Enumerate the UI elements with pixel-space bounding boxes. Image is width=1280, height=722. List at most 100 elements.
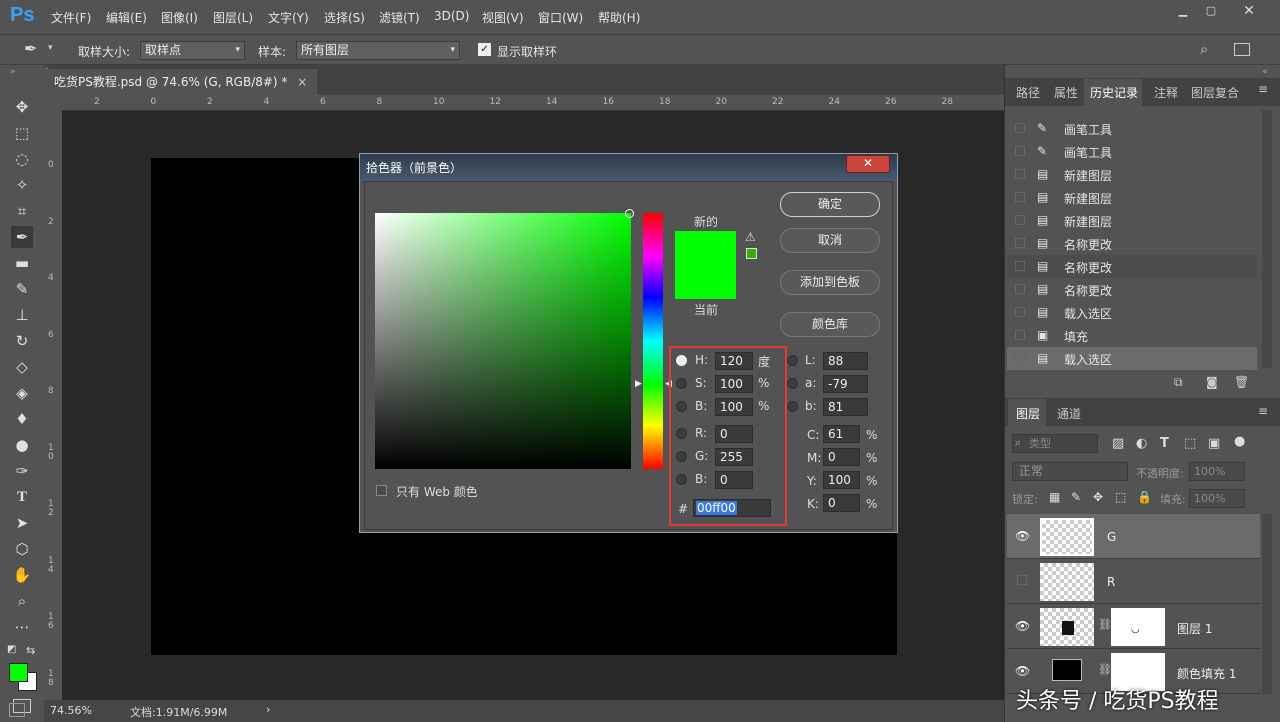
menu-edit[interactable]: 编辑(E) — [106, 9, 147, 26]
layers-scrollbar[interactable] — [1262, 514, 1272, 694]
sample-size-select[interactable]: 取样点 ▾ — [140, 41, 245, 60]
menu-type[interactable]: 文字(Y) — [268, 9, 309, 26]
blend-mode-select[interactable]: 正常 — [1012, 462, 1128, 481]
crop-tool-icon[interactable]: ⌗ — [11, 200, 33, 222]
history-item[interactable]: ▤ 载入选区 — [1007, 301, 1257, 324]
y-input[interactable]: 100 — [823, 471, 860, 489]
marquee-tool-icon[interactable]: ⬚ — [11, 122, 33, 144]
lab-b-input[interactable]: 81 — [823, 398, 868, 416]
k-input[interactable]: 0 — [823, 494, 860, 512]
r-radio[interactable] — [676, 428, 687, 439]
brightness-radio[interactable] — [676, 401, 687, 412]
brush-tool-icon[interactable]: ✎ — [11, 278, 33, 300]
history-item[interactable]: ▤ 新建图层 — [1007, 186, 1257, 209]
tab-close-icon[interactable]: × — [297, 75, 307, 89]
history-item[interactable]: ✎ 画笔工具 — [1007, 117, 1257, 140]
filter-smart-object-icon[interactable]: ▣ — [1208, 436, 1220, 451]
panel-menu-icon[interactable]: ≡ — [1258, 82, 1268, 96]
hue-slider-left-handle[interactable]: ▶ — [635, 379, 642, 389]
menu-layer[interactable]: 图层(L) — [213, 9, 253, 26]
layer-filter-input[interactable]: 类型 — [1012, 434, 1098, 453]
maximize-icon[interactable]: ▢ — [1200, 3, 1222, 19]
menu-select[interactable]: 选择(S) — [324, 9, 365, 26]
history-item[interactable]: ▣ 填充 — [1007, 324, 1257, 347]
web-safe-swatch[interactable] — [746, 248, 757, 259]
trash-icon[interactable]: 🗑 — [1234, 375, 1249, 389]
lock-position-icon[interactable]: ✥ — [1093, 490, 1103, 504]
menu-file[interactable]: 文件(F) — [51, 9, 91, 26]
tab-layers[interactable]: 图层 — [1016, 405, 1040, 422]
collapse-icon[interactable]: » — [10, 67, 16, 77]
panel-menu-icon[interactable]: ≡ — [1258, 404, 1268, 418]
menu-filter[interactable]: 滤镜(T) — [379, 9, 420, 26]
add-to-swatches-button[interactable]: 添加到色板 — [780, 270, 880, 295]
swap-colors-icon[interactable]: ⇆ — [26, 644, 35, 657]
tab-paths[interactable]: 路径 — [1016, 84, 1040, 101]
history-item[interactable]: ✎ 画笔工具 — [1007, 140, 1257, 163]
foreground-color-swatch[interactable] — [9, 663, 28, 682]
tab-properties[interactable]: 属性 — [1054, 84, 1078, 101]
g-radio[interactable] — [676, 451, 687, 462]
fill-input[interactable]: 100% — [1189, 489, 1245, 508]
a-radio[interactable] — [787, 378, 798, 389]
history-scrollbar[interactable] — [1262, 110, 1272, 368]
menu-window[interactable]: 窗口(W) — [538, 9, 583, 26]
menu-help[interactable]: 帮助(H) — [598, 9, 640, 26]
tab-history[interactable]: 历史记录 — [1090, 84, 1138, 101]
eye-icon[interactable]: 👁 — [1015, 619, 1030, 633]
menu-3d[interactable]: 3D(D) — [434, 9, 469, 23]
eyedropper-tool-icon[interactable]: ✒ — [11, 226, 33, 248]
status-menu-icon[interactable] — [9, 703, 25, 717]
filter-type-icon[interactable]: T — [1160, 436, 1169, 451]
blur-tool-icon[interactable]: ♦ — [11, 408, 33, 430]
eye-icon[interactable]: 👁 — [1015, 529, 1030, 543]
history-item[interactable]: ▤ 新建图层 — [1007, 209, 1257, 232]
visibility-off-box[interactable] — [1017, 575, 1027, 585]
collapse-icon[interactable]: « — [1262, 67, 1268, 77]
lock-pixels-icon[interactable]: ✎ — [1071, 490, 1081, 504]
hex-input[interactable]: 00ff00 — [693, 499, 771, 517]
a-input[interactable]: -79 — [823, 375, 868, 393]
menu-view[interactable]: 视图(V) — [482, 9, 524, 26]
history-item[interactable]: ▤ 新建图层 — [1007, 163, 1257, 186]
filter-pixel-icon[interactable]: ▨ — [1112, 436, 1124, 451]
history-item[interactable]: ▤ 名称更改 — [1007, 232, 1257, 255]
history-brush-tool-icon[interactable]: ↻ — [11, 330, 33, 352]
c-input[interactable]: 61 — [823, 425, 860, 443]
tab-layer-comps[interactable]: 图层复合 — [1191, 84, 1239, 101]
paint-bucket-tool-icon[interactable]: ◈ — [11, 382, 33, 404]
dialog-close-button[interactable]: ✕ — [846, 155, 890, 173]
hand-tool-icon[interactable]: ✋ — [11, 564, 33, 586]
path-selection-tool-icon[interactable]: ➤ — [11, 512, 33, 534]
brightness-input[interactable]: 100 — [715, 398, 753, 416]
healing-brush-tool-icon[interactable]: ▬ — [11, 252, 33, 274]
lock-transparent-icon[interactable]: ▦ — [1049, 490, 1060, 504]
h-radio[interactable] — [676, 355, 687, 366]
chevron-down-icon[interactable]: ▾ — [48, 43, 53, 53]
color-field-marker[interactable] — [625, 209, 634, 218]
document-tab[interactable]: 吃货PS教程.psd @ 74.6% (G, RGB/8#) * × — [44, 69, 318, 95]
layer-row[interactable]: 👁 G — [1007, 514, 1260, 559]
eye-icon[interactable]: 👁 — [1015, 664, 1030, 678]
clone-stamp-tool-icon[interactable]: ⊥ — [11, 304, 33, 326]
g-input[interactable]: 255 — [715, 448, 753, 466]
tab-channels[interactable]: 通道 — [1057, 405, 1081, 422]
eraser-tool-icon[interactable]: ◇ — [11, 356, 33, 378]
lock-all-icon[interactable]: 🔒 — [1137, 490, 1152, 504]
history-item[interactable]: ▤ 名称更改 — [1007, 255, 1257, 278]
hue-slider[interactable] — [643, 213, 663, 469]
filter-adjustment-icon[interactable]: ◐ — [1136, 436, 1147, 451]
chevron-right-icon[interactable]: › — [266, 703, 270, 716]
warning-icon[interactable]: ⚠ — [745, 230, 756, 244]
lab-b-radio[interactable] — [787, 401, 798, 412]
history-item-selected[interactable]: ▤ 载入选区 — [1007, 347, 1257, 370]
filter-shape-icon[interactable]: ⬚ — [1184, 436, 1196, 451]
move-tool-icon[interactable]: ✥ — [11, 96, 33, 118]
s-radio[interactable] — [676, 378, 687, 389]
dodge-tool-icon[interactable]: ● — [11, 434, 33, 456]
layer-row[interactable]: 👁 ⛓ ◡ 图层 1 — [1007, 604, 1260, 649]
link-icon[interactable]: ⛓ — [1098, 663, 1112, 676]
history-item[interactable]: ▤ 名称更改 — [1007, 278, 1257, 301]
blue-input[interactable]: 0 — [715, 471, 753, 489]
sample-select[interactable]: 所有图层 ▾ — [296, 41, 460, 60]
